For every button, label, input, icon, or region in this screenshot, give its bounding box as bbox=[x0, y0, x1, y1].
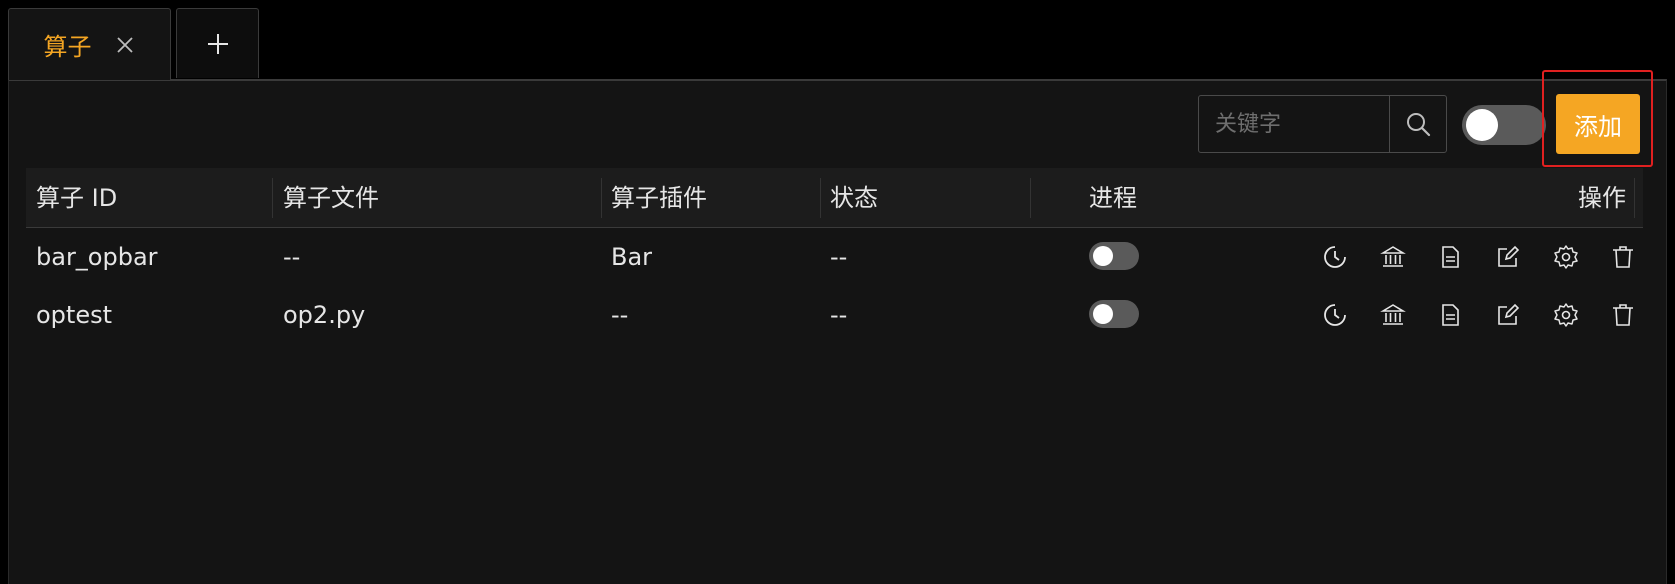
column-header-file: 算子文件 bbox=[283, 184, 379, 212]
process-toggle[interactable] bbox=[1089, 300, 1139, 328]
column-separator bbox=[272, 178, 273, 218]
column-separator bbox=[820, 178, 821, 218]
column-separator bbox=[601, 178, 602, 218]
trash-icon[interactable] bbox=[1610, 244, 1636, 270]
column-header-id: 算子 ID bbox=[36, 184, 118, 212]
cell-plugin: Bar bbox=[611, 243, 653, 271]
trash-icon[interactable] bbox=[1610, 302, 1636, 328]
column-header-process: 进程 bbox=[1089, 184, 1137, 212]
column-separator bbox=[1030, 178, 1031, 218]
cell-status: -- bbox=[830, 301, 848, 329]
column-header-plugin: 算子插件 bbox=[611, 184, 707, 212]
gear-icon[interactable] bbox=[1553, 302, 1579, 328]
search-icon bbox=[1404, 110, 1432, 138]
toggle-knob bbox=[1093, 304, 1113, 324]
edit-icon[interactable] bbox=[1495, 302, 1521, 328]
search-button[interactable] bbox=[1389, 96, 1446, 152]
add-button[interactable]: 添加 bbox=[1556, 94, 1640, 154]
gear-icon[interactable] bbox=[1553, 244, 1579, 270]
global-toggle[interactable] bbox=[1462, 105, 1546, 145]
cell-id: bar_opbar bbox=[36, 243, 158, 271]
document-icon[interactable] bbox=[1437, 244, 1463, 270]
tab-label: 算子 bbox=[43, 33, 92, 61]
table-row: optest op2.py -- -- bbox=[26, 286, 1643, 344]
column-separator bbox=[1634, 178, 1635, 218]
plus-icon bbox=[206, 32, 230, 56]
tab-bar: 算子 bbox=[0, 0, 1675, 80]
bank-icon[interactable] bbox=[1380, 244, 1406, 270]
cell-id: optest bbox=[36, 301, 113, 329]
cell-status: -- bbox=[830, 243, 848, 271]
content-panel: 添加 算子 ID 算子文件 算子插件 状态 进程 操作 bar_opbar --… bbox=[8, 70, 1667, 584]
bank-icon[interactable] bbox=[1380, 302, 1406, 328]
clock-icon[interactable] bbox=[1322, 244, 1348, 270]
edit-icon[interactable] bbox=[1495, 244, 1521, 270]
toggle-knob bbox=[1093, 246, 1113, 266]
add-tab-button[interactable] bbox=[176, 8, 259, 78]
table-row: bar_opbar -- Bar -- bbox=[26, 228, 1643, 286]
cell-plugin: -- bbox=[611, 301, 629, 329]
operator-table: 算子 ID 算子文件 算子插件 状态 进程 操作 bar_opbar -- Ba… bbox=[26, 168, 1643, 344]
tab-operators[interactable]: 算子 bbox=[8, 8, 171, 80]
toggle-knob bbox=[1466, 109, 1498, 141]
clock-icon[interactable] bbox=[1322, 302, 1348, 328]
table-header: 算子 ID 算子文件 算子插件 状态 进程 操作 bbox=[26, 168, 1643, 228]
cell-file: op2.py bbox=[283, 301, 366, 329]
cell-file: -- bbox=[283, 243, 301, 271]
search-input[interactable] bbox=[1199, 96, 1389, 152]
process-toggle[interactable] bbox=[1089, 242, 1139, 270]
search-box bbox=[1198, 95, 1447, 153]
column-header-actions: 操作 bbox=[1578, 184, 1626, 212]
column-header-status: 状态 bbox=[830, 184, 878, 212]
document-icon[interactable] bbox=[1437, 302, 1463, 328]
close-icon[interactable] bbox=[114, 34, 136, 56]
